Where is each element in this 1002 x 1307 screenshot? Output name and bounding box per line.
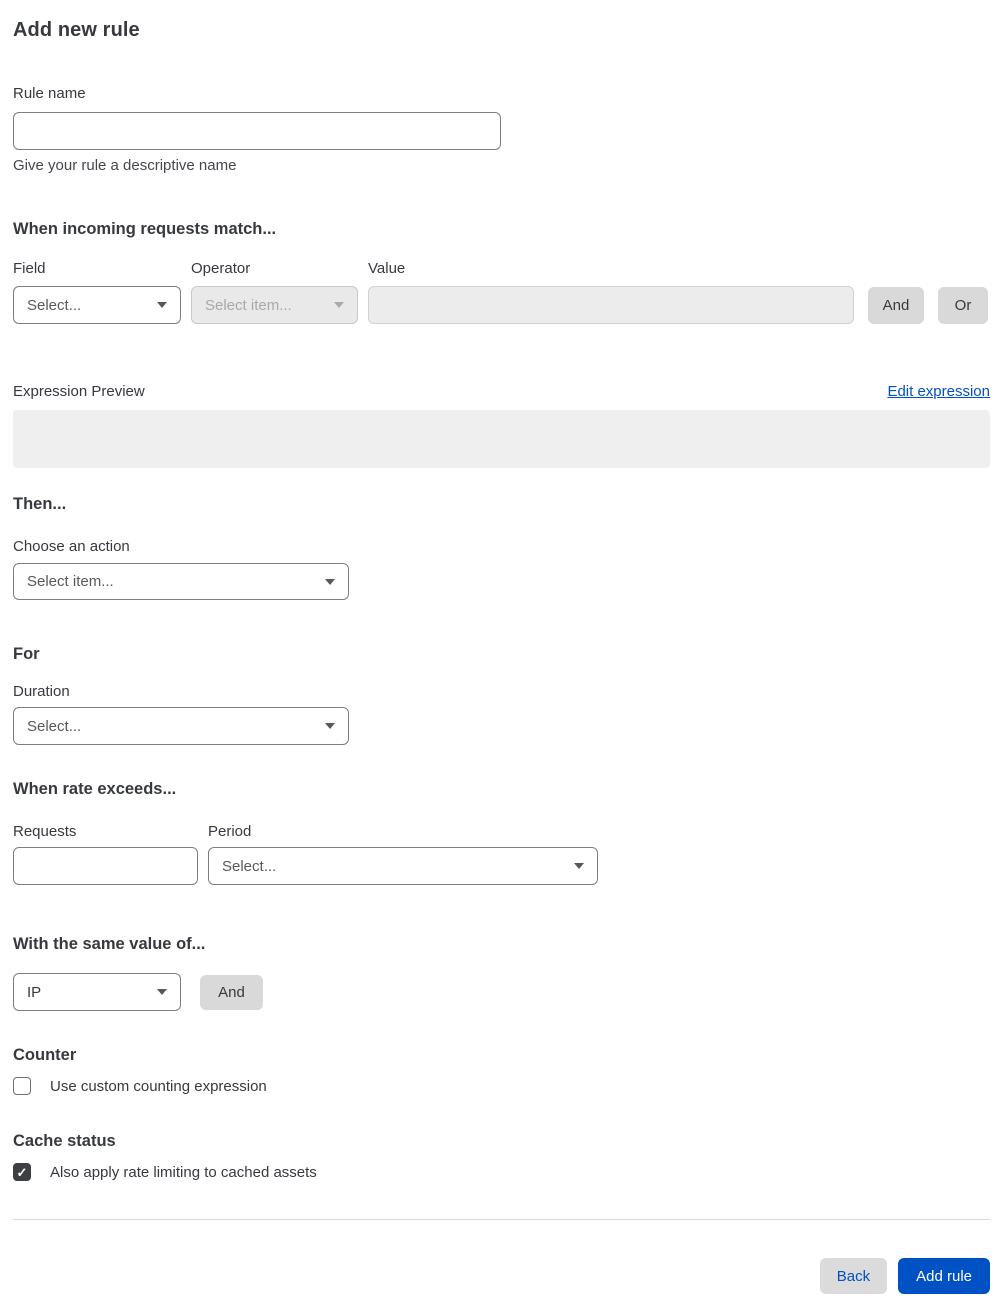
same-value-and-button[interactable]: And [200, 974, 263, 1010]
value-input[interactable] [368, 286, 854, 324]
duration-label: Duration [13, 683, 70, 700]
same-value-section-heading: With the same value of... [13, 935, 206, 953]
match-labels-row: Field Operator Value [13, 260, 990, 278]
edit-expression-link[interactable]: Edit expression [887, 383, 990, 400]
or-button[interactable]: Or [938, 286, 988, 324]
counter-section-heading: Counter [13, 1046, 77, 1064]
caret-down-icon [325, 578, 335, 585]
add-rule-button[interactable]: Add rule [898, 1258, 990, 1294]
caret-down-icon [334, 302, 344, 308]
period-label: Period [208, 823, 252, 840]
expression-preview-label: Expression Preview [13, 383, 145, 400]
caret-down-icon [574, 863, 584, 869]
match-section-heading: When incoming requests match... [13, 220, 277, 238]
page-title: Add new rule [13, 19, 140, 41]
rate-controls-row: Select... [13, 847, 990, 885]
and-button[interactable]: And [868, 286, 924, 324]
rate-labels-row: Requests Period [13, 823, 990, 841]
field-select[interactable]: Select... [13, 286, 181, 324]
cache-checkbox-row: ✓ Also apply rate limiting to cached ass… [13, 1163, 990, 1181]
field-label: Field [13, 260, 46, 277]
duration-select[interactable]: Select... [13, 707, 349, 745]
field-select-value: Select... [27, 296, 82, 314]
checkmark-icon: ✓ [16, 1164, 28, 1180]
counter-checkbox-row: ✓ Use custom counting expression [13, 1077, 990, 1095]
add-rule-form: Add new rule Rule name Give your rule a … [0, 0, 1002, 1307]
caret-down-icon [157, 989, 167, 995]
match-controls-row: Select... Select item... And Or [13, 286, 990, 324]
custom-counting-checkbox[interactable]: ✓ [13, 1077, 31, 1095]
rule-name-helper: Give your rule a descriptive name [13, 157, 237, 174]
period-select[interactable]: Select... [208, 847, 598, 885]
duration-select-value: Select... [27, 717, 82, 735]
operator-select-value: Select item... [205, 296, 292, 314]
expression-preview-box [13, 410, 990, 468]
footer-divider [13, 1219, 990, 1220]
rate-section-heading: When rate exceeds... [13, 780, 177, 798]
characteristic-select[interactable]: IP [13, 973, 181, 1011]
characteristic-select-value: IP [27, 983, 42, 1001]
same-value-row: IP And [13, 973, 990, 1011]
caret-down-icon [157, 302, 167, 308]
period-select-value: Select... [222, 857, 277, 875]
custom-counting-label[interactable]: Use custom counting expression [50, 1078, 267, 1095]
rule-name-section: Rule name Give your rule a descriptive n… [13, 85, 990, 175]
action-select[interactable]: Select item... [13, 563, 349, 600]
value-label: Value [368, 260, 406, 277]
operator-select[interactable]: Select item... [191, 286, 358, 324]
requests-label: Requests [13, 823, 77, 840]
cached-assets-label[interactable]: Also apply rate limiting to cached asset… [50, 1164, 317, 1181]
cache-section-heading: Cache status [13, 1132, 116, 1150]
back-button[interactable]: Back [819, 1258, 888, 1294]
action-select-value: Select item... [27, 573, 114, 590]
rule-name-input[interactable] [13, 112, 501, 150]
action-label: Choose an action [13, 538, 130, 555]
rule-name-label: Rule name [13, 85, 86, 102]
cached-assets-checkbox[interactable]: ✓ [13, 1163, 31, 1181]
operator-label: Operator [191, 260, 251, 277]
caret-down-icon [325, 723, 335, 729]
for-section-heading: For [13, 645, 40, 663]
expression-preview-header: Expression Preview Edit expression [13, 383, 990, 401]
then-section-heading: Then... [13, 495, 67, 513]
requests-input[interactable] [13, 847, 198, 885]
